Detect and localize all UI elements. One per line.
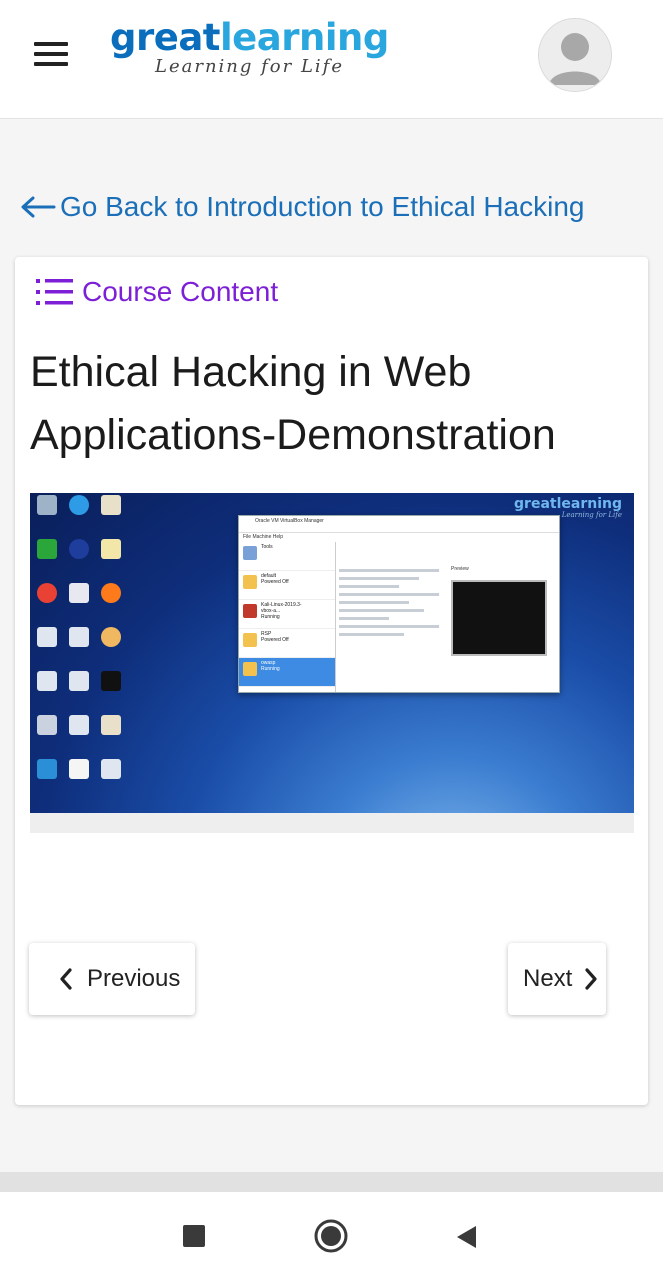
vm-list-item-selected: owasp Running <box>239 658 335 687</box>
lesson-card: Course Content Ethical Hacking in Web Ap… <box>15 257 648 1105</box>
go-back-label: Go Back to Introduction to Ethical Hacki… <box>60 191 585 222</box>
desktop-icon <box>96 539 126 575</box>
circle-home-icon[interactable] <box>314 1219 348 1253</box>
page-bottom-strip <box>0 1172 663 1192</box>
triangle-back-icon[interactable] <box>454 1224 478 1250</box>
logo-tagline: Learning for Life <box>155 56 344 77</box>
desktop-icon <box>32 495 62 531</box>
lesson-title: Ethical Hacking in Web Applications-Demo… <box>30 348 556 459</box>
desktop-icon <box>96 671 126 707</box>
desktop-icon <box>64 495 94 531</box>
list-icon <box>36 279 73 305</box>
vm-details <box>339 564 439 641</box>
video-watermark-tagline: Learning for Life <box>561 511 622 519</box>
virtualbox-window: Oracle VM VirtualBox Manager File Machin… <box>238 515 560 693</box>
arrow-left-icon <box>21 196 56 218</box>
video-watermark: greatlearning <box>514 496 622 512</box>
desktop-icon <box>64 627 94 663</box>
square-recents-icon[interactable] <box>183 1225 205 1247</box>
virtualbox-title: Oracle VM VirtualBox Manager <box>239 516 559 533</box>
go-back-link[interactable]: Go Back to Introduction to Ethical Hacki… <box>20 186 585 228</box>
vm-list-item: RSP Powered Off <box>239 629 335 658</box>
vm-preview-screen <box>451 580 547 656</box>
app-header: greatlearning Learning for Life <box>0 0 663 119</box>
next-button[interactable]: Next <box>508 943 606 1015</box>
next-label: Next <box>523 965 573 992</box>
desktop-icon <box>32 759 62 795</box>
desktop-icon <box>32 627 62 663</box>
logo-wordmark: greatlearning <box>110 16 389 59</box>
video-progress-area[interactable] <box>30 813 634 833</box>
desktop-icon <box>64 759 94 795</box>
user-avatar-icon[interactable] <box>538 18 612 92</box>
vm-tools: Tools <box>239 542 335 571</box>
desktop-icon <box>64 671 94 707</box>
desktop-icon <box>96 495 126 531</box>
desktop-icon <box>32 583 62 619</box>
previous-label: Previous <box>87 965 181 992</box>
vm-list: Tools default Powered Off Kali-Linux-2019… <box>239 542 336 692</box>
vm-list-item: default Powered Off <box>239 571 335 600</box>
desktop-icon <box>96 583 126 619</box>
desktop-icon <box>64 583 94 619</box>
preview-label: Preview <box>451 566 469 572</box>
desktop-icon <box>96 627 126 663</box>
system-navigation-bar <box>0 1192 663 1280</box>
course-content-link[interactable]: Course Content <box>36 273 278 311</box>
desktop-icon <box>32 671 62 707</box>
hamburger-menu-icon[interactable] <box>34 40 70 68</box>
desktop-icon <box>96 715 126 751</box>
greatlearning-logo[interactable]: greatlearning Learning for Life <box>110 18 400 82</box>
previous-button[interactable]: Previous <box>29 943 195 1015</box>
vm-list-item: Kali-Linux-2019.3-vbox-a... Running <box>239 600 335 629</box>
desktop-icon <box>32 539 62 575</box>
video-player[interactable]: greatlearning Learning for Life Oracle V… <box>30 493 634 813</box>
desktop-icon <box>96 759 126 795</box>
desktop-icon <box>64 539 94 575</box>
desktop-icon <box>64 715 94 751</box>
course-content-label: Course Content <box>82 276 279 307</box>
chevron-right-icon <box>585 968 597 990</box>
desktop-icon <box>32 715 62 751</box>
chevron-left-icon <box>60 968 72 990</box>
